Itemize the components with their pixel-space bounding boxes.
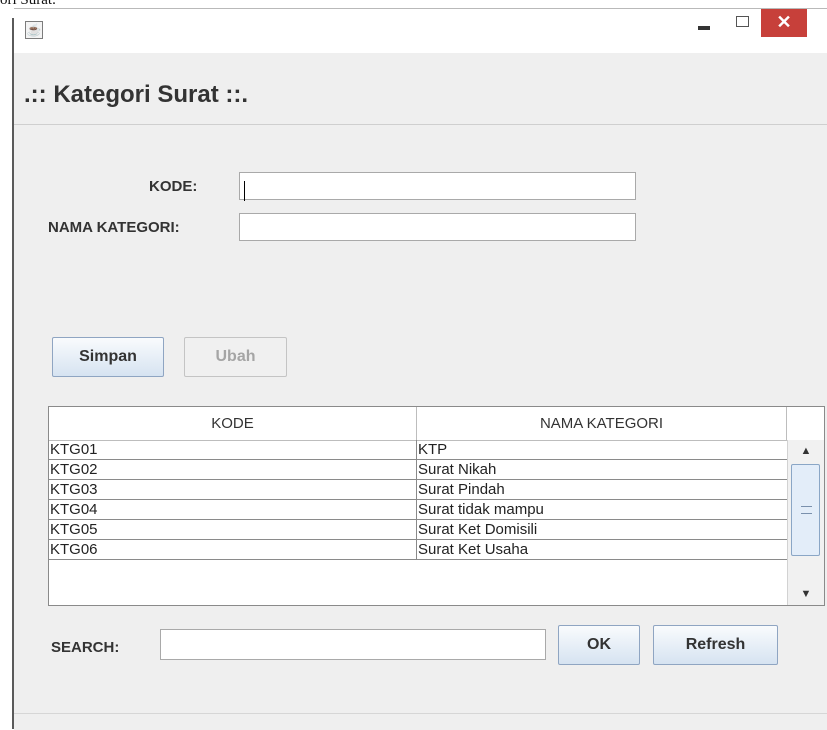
table-row[interactable]: KTG06 Surat Ket Usaha bbox=[49, 540, 787, 560]
close-button[interactable]: ✕ bbox=[761, 9, 807, 37]
cell-nama-kategori[interactable]: Surat Ket Usaha bbox=[417, 540, 787, 559]
app-window: ☕ ✕ .:: Kategori Surat ::. KODE: NAMA KA… bbox=[14, 8, 827, 730]
java-coffee-icon[interactable]: ☕ bbox=[25, 21, 43, 39]
close-icon: ✕ bbox=[776, 12, 792, 32]
table-header: KODE NAMA KATEGORI bbox=[49, 407, 824, 441]
refresh-button[interactable]: Refresh bbox=[653, 625, 778, 665]
simpan-button[interactable]: Simpan bbox=[52, 337, 164, 377]
table-row[interactable]: KTG02 Surat Nikah bbox=[49, 460, 787, 480]
scroll-up-arrow-icon[interactable]: ▲ bbox=[788, 442, 824, 460]
cell-nama-kategori[interactable]: Surat tidak mampu bbox=[417, 500, 787, 519]
minimize-button[interactable] bbox=[689, 9, 719, 37]
cell-kode[interactable]: KTG02 bbox=[49, 460, 417, 479]
cell-kode[interactable]: KTG01 bbox=[49, 440, 417, 459]
header-panel: .:: Kategori Surat ::. bbox=[14, 53, 827, 125]
search-input[interactable] bbox=[160, 629, 546, 660]
kode-label: KODE: bbox=[149, 178, 198, 195]
column-header-nama-kategori[interactable]: NAMA KATEGORI bbox=[417, 407, 787, 440]
table-row[interactable]: KTG01 KTP bbox=[49, 440, 787, 460]
column-header-kode[interactable]: KODE bbox=[49, 407, 417, 440]
scroll-down-arrow-icon[interactable]: ▼ bbox=[788, 585, 824, 603]
cell-kode[interactable]: KTG06 bbox=[49, 540, 417, 559]
ok-button[interactable]: OK bbox=[558, 625, 640, 665]
search-label: SEARCH: bbox=[51, 639, 120, 656]
cell-nama-kategori[interactable]: Surat Ket Domisili bbox=[417, 520, 787, 539]
table-body: KTG01 KTP KTG02 Surat Nikah KTG03 Surat … bbox=[49, 440, 787, 560]
nama-kategori-input[interactable] bbox=[239, 213, 636, 241]
page-title: .:: Kategori Surat ::. bbox=[24, 81, 249, 108]
table-row[interactable]: KTG03 Surat Pindah bbox=[49, 480, 787, 500]
table-row[interactable]: KTG04 Surat tidak mampu bbox=[49, 500, 787, 520]
cell-kode[interactable]: KTG03 bbox=[49, 480, 417, 499]
maximize-button[interactable] bbox=[727, 9, 757, 37]
kategori-table: KODE NAMA KATEGORI KTG01 KTP KTG02 Surat… bbox=[48, 406, 825, 606]
kode-input[interactable] bbox=[239, 172, 636, 200]
grip-icon bbox=[801, 506, 812, 514]
cell-nama-kategori[interactable]: KTP bbox=[417, 440, 787, 459]
minimize-icon bbox=[698, 26, 710, 30]
nama-kategori-label: NAMA KATEGORI: bbox=[48, 219, 180, 236]
text-caret bbox=[244, 181, 245, 201]
table-corner bbox=[787, 407, 824, 440]
maximize-icon bbox=[736, 16, 749, 27]
cell-nama-kategori[interactable]: Surat Pindah bbox=[417, 480, 787, 499]
cell-kode[interactable]: KTG05 bbox=[49, 520, 417, 539]
table-row[interactable]: KTG05 Surat Ket Domisili bbox=[49, 520, 787, 540]
status-divider bbox=[14, 713, 827, 714]
scroll-thumb[interactable] bbox=[791, 464, 820, 556]
cell-nama-kategori[interactable]: Surat Nikah bbox=[417, 460, 787, 479]
vertical-scrollbar[interactable]: ▲ ▼ bbox=[787, 440, 824, 605]
ubah-button[interactable]: Ubah bbox=[184, 337, 287, 377]
cell-kode[interactable]: KTG04 bbox=[49, 500, 417, 519]
title-bar: ☕ ✕ bbox=[14, 9, 827, 53]
